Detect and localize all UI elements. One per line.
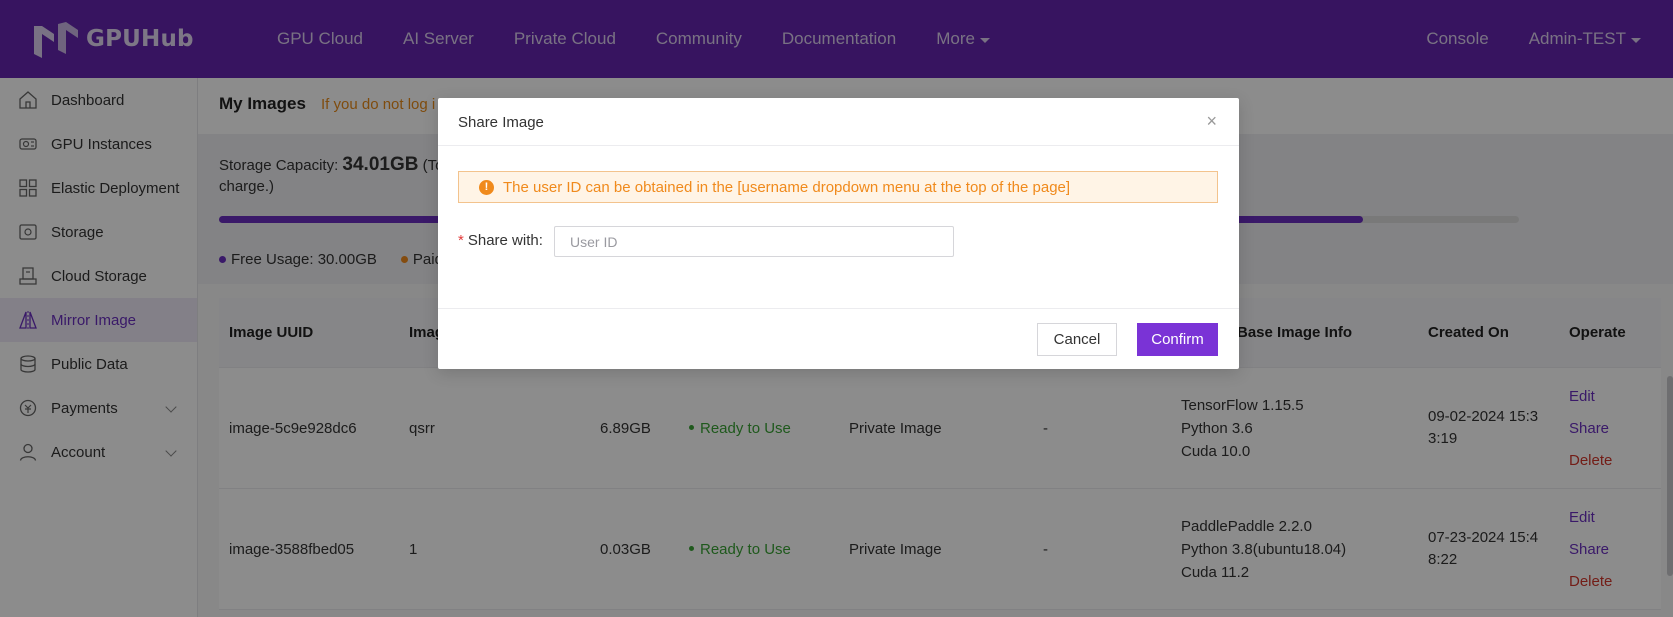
user-id-input[interactable] (554, 226, 954, 257)
close-icon[interactable]: × (1206, 111, 1217, 132)
share-with-text: Share with: (467, 232, 543, 249)
alert-text: The user ID can be obtained in the [user… (503, 178, 1071, 196)
share-image-dialog: Share Image × ! The user ID can be obtai… (438, 98, 1239, 369)
required-mark: * (458, 232, 464, 249)
info-alert: ! The user ID can be obtained in the [us… (458, 171, 1218, 203)
warning-icon: ! (479, 179, 494, 195)
cancel-button[interactable]: Cancel (1037, 323, 1117, 356)
share-with-label: * Share with: (458, 232, 543, 249)
dialog-footer: Cancel Confirm (438, 308, 1239, 369)
dialog-title: Share Image (458, 114, 544, 131)
confirm-button[interactable]: Confirm (1137, 323, 1218, 356)
dialog-header: Share Image × (438, 98, 1239, 146)
